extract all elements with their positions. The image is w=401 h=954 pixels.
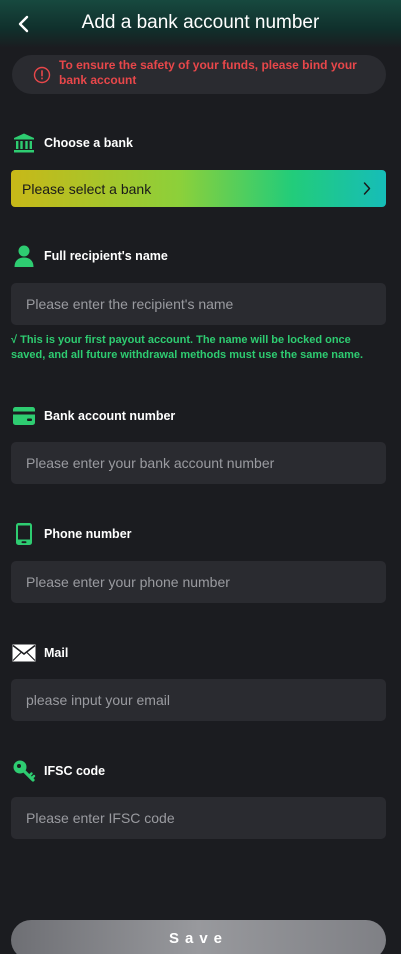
ifsc-code-input[interactable] [11,797,386,839]
bank-label: Choose a bank [44,136,133,150]
recipient-label-row: Full recipient's name [12,244,168,268]
ifsc-label-row: IFSC code [12,759,105,783]
safety-warning-banner: To ensure the safety of your funds, plea… [12,55,386,94]
bank-label-row: Choose a bank [12,131,133,155]
chevron-right-icon [363,182,371,195]
warning-text: To ensure the safety of your funds, plea… [59,58,357,87]
envelope-icon [12,641,36,665]
phone-label: Phone number [44,527,132,541]
person-icon [12,244,36,268]
ifsc-label: IFSC code [44,764,106,778]
phone-number-input[interactable] [11,561,386,603]
credit-card-icon [12,404,36,428]
account-label-row: Bank account number [12,404,175,428]
account-number-input[interactable] [11,442,386,484]
alert-circle-icon [33,66,51,84]
recipient-name-input[interactable] [11,283,386,325]
phone-icon [12,522,36,546]
mail-label-row: Mail [12,641,68,665]
bank-select-dropdown[interactable]: Please select a bank [11,170,386,207]
account-label: Bank account number [44,409,176,423]
key-icon [12,759,36,783]
header-bar: Add a bank account number [0,0,401,48]
bank-select-text: Please select a bank [22,180,152,197]
phone-label-row: Phone number [12,522,132,546]
bank-building-icon [12,131,36,155]
first-payout-hint: √ This is your first payout account. The… [11,334,364,361]
save-button[interactable]: Save [11,920,386,954]
page-title: Add a bank account number [81,12,320,33]
email-input[interactable] [11,679,386,721]
recipient-label: Full recipient's name [44,249,168,263]
mail-label: Mail [44,646,69,660]
